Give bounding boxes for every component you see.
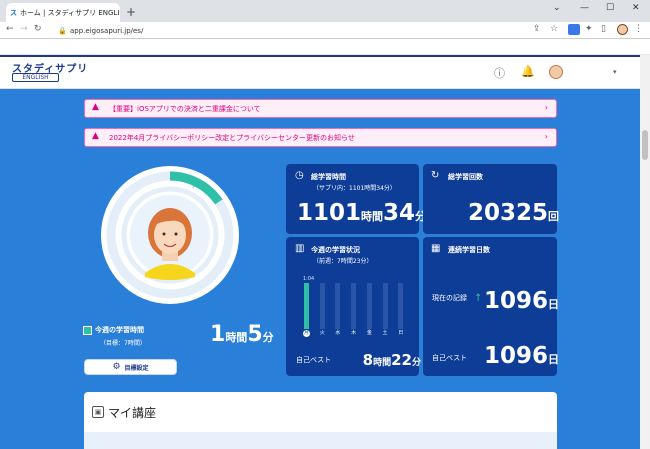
- total-time-title: 総学習時間: [311, 173, 346, 181]
- total-count-value: 20325回: [467, 200, 559, 226]
- streak-best-label: 自己ベスト: [432, 354, 468, 362]
- warning-icon: ▲: [92, 102, 99, 112]
- weekly-legend-swatch: [83, 326, 92, 335]
- gear-icon: ⚙: [112, 362, 121, 372]
- star-icon[interactable]: ☆: [550, 24, 558, 34]
- week-best-value: 8時間22分: [362, 351, 421, 369]
- streak-title: 連続学習日数: [448, 246, 490, 254]
- chevron-right-icon: ›: [544, 103, 548, 112]
- notice-text: 【重要】iOSアプリでの決済と二重課金について: [109, 104, 261, 113]
- bell-icon[interactable]: 🔔: [521, 65, 535, 78]
- reload-icon[interactable]: ↻: [34, 24, 42, 34]
- week-best-label: 自己ベスト: [296, 356, 332, 364]
- puzzle-icon[interactable]: ✦: [585, 24, 593, 34]
- week-bar-chart: 月火水木金土日: [300, 283, 410, 337]
- streak-current-value: 1096日: [483, 288, 559, 314]
- scrollbar[interactable]: [640, 55, 650, 449]
- total-time-sub: （サプリ内：1101時間34分）: [313, 185, 396, 192]
- weekly-time-value: 1時間5分: [210, 322, 274, 347]
- week-chart-ylabel: 1:04: [303, 276, 315, 282]
- bar-chart-icon: ▥: [295, 243, 305, 254]
- app-header: [0, 55, 640, 89]
- total-count-title: 総学習回数: [448, 173, 483, 181]
- week-day-label: 金: [366, 330, 372, 336]
- browser-tab[interactable]: ス ホーム | スタディサプリ ENGLISH 🔈 ×: [6, 3, 120, 22]
- streak-current-label: 現在の記録: [432, 294, 467, 302]
- my-course-title: マイ講座: [108, 406, 157, 420]
- favicon-icon: ス: [10, 8, 17, 17]
- forward-icon[interactable]: →: [20, 24, 28, 34]
- profile-avatar[interactable]: [617, 24, 628, 35]
- minimize-button[interactable]: —: [580, 3, 589, 13]
- chevron-down-icon[interactable]: ⌄: [553, 3, 561, 13]
- warning-icon: ▲: [92, 131, 99, 141]
- ring-day-label: 月: [193, 182, 200, 189]
- new-tab-button[interactable]: +: [126, 5, 136, 19]
- chevron-right-icon: ›: [544, 132, 548, 141]
- notice-ios-billing[interactable]: ▲ 【重要】iOSアプリでの決済と二重課金について ›: [84, 99, 557, 118]
- chevron-down-icon[interactable]: ▾: [613, 68, 617, 76]
- week-day-label: 火: [319, 330, 325, 336]
- header-top-border: [0, 55, 640, 57]
- clock-icon: ◷: [295, 170, 304, 181]
- sidepanel-icon[interactable]: ▯: [601, 24, 606, 34]
- notice-privacy-policy[interactable]: ▲ 2022年4月プライバシーポリシー改定とプライバシーセンター更新のお知らせ …: [84, 128, 557, 147]
- refresh-icon: ↻: [431, 170, 440, 181]
- maximize-button[interactable]: ☐: [606, 3, 614, 13]
- goal-settings-button[interactable]: ⚙ 目標設定: [84, 359, 177, 375]
- notice-text: 2022年4月プライバシーポリシー改定とプライバシーセンター更新のお知らせ: [109, 133, 355, 142]
- course-book-icon: ▣: [92, 406, 104, 418]
- week-day-label: 土: [382, 330, 388, 336]
- arrow-up-icon: ↑: [474, 293, 483, 304]
- tab-title: ホーム | スタディサプリ ENGLISH: [20, 8, 120, 17]
- my-course-content-strip: [84, 432, 557, 449]
- week-bar-track: [319, 283, 325, 329]
- info-icon[interactable]: ⓘ: [494, 65, 505, 81]
- url-field[interactable]: app.eigosapuri.jp/es/: [70, 27, 143, 35]
- bookmarks-bar: [0, 39, 650, 55]
- close-window-button[interactable]: ✕: [632, 3, 640, 13]
- week-bar: [304, 283, 309, 329]
- scrollbar-thumb[interactable]: [642, 130, 648, 160]
- total-time-value: 1101時間34分: [297, 200, 427, 226]
- menu-kebab-icon[interactable]: ⋮: [634, 24, 643, 34]
- back-icon[interactable]: ←: [6, 24, 14, 34]
- app-logo-sub[interactable]: ENGLISH: [12, 73, 59, 82]
- week-bar-track: [398, 283, 404, 329]
- lock-icon[interactable]: 🔒: [58, 27, 67, 35]
- week-status-title: 今週の学習状況: [311, 246, 360, 254]
- weekly-target: （目標：7時間）: [100, 340, 146, 347]
- week-bar-track: [351, 283, 357, 329]
- week-bar-track: [335, 283, 341, 329]
- week-bar-track: [366, 283, 372, 329]
- share-icon[interactable]: ⇪: [533, 24, 541, 34]
- extension-new-icon[interactable]: [568, 24, 580, 35]
- calendar-icon: ▦: [431, 243, 441, 254]
- weekly-time-label: 今週の学習時間: [95, 326, 144, 334]
- week-bar-track: [382, 283, 388, 329]
- streak-best-value: 1096日: [483, 343, 559, 369]
- avatar-illustration: [145, 208, 195, 280]
- weekly-progress-ring: [101, 166, 239, 304]
- week-status-sub: （前週：7時間23分）: [313, 258, 373, 265]
- week-day-label: 月: [303, 330, 310, 337]
- user-avatar[interactable]: [549, 65, 563, 79]
